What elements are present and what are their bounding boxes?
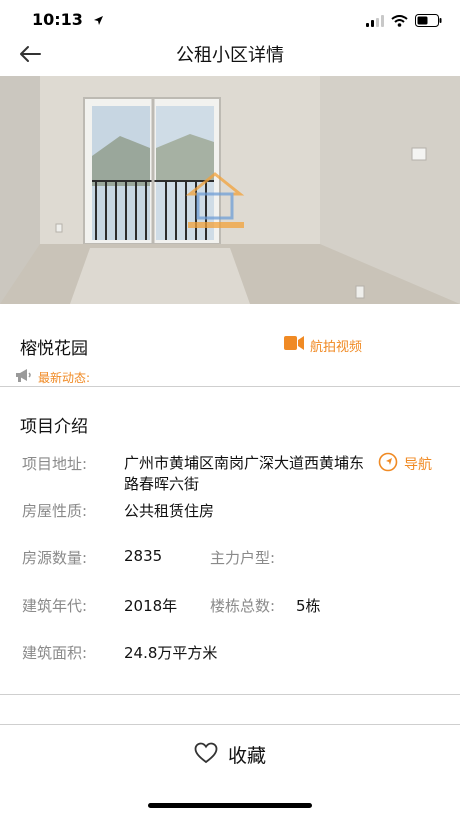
status-time: 10:13 — [32, 10, 104, 30]
status-bar: 10:13 — [0, 0, 460, 40]
favorite-label: 收藏 — [227, 745, 266, 767]
favorite-button[interactable]: 收藏 — [0, 724, 460, 784]
units-value: 2835 — [124, 547, 163, 565]
house-type-label: 房屋性质: — [22, 502, 88, 520]
battery-icon — [415, 12, 442, 31]
estate-photo[interactable] — [0, 76, 460, 304]
page-title: 公租小区详情 — [176, 45, 284, 66]
video-camera-icon — [284, 335, 304, 355]
nav-bar: 公租小区详情 — [0, 40, 460, 76]
divider — [0, 694, 460, 695]
address-value: 广州市黄埔区南岗广深大道西黄埔东路春晖六街 — [124, 454, 365, 493]
navigate-label: 导航 — [404, 457, 432, 473]
navigate-button[interactable]: 导航 — [378, 452, 432, 476]
status-time-text: 10:13 — [32, 10, 83, 29]
navigation-compass-icon — [378, 452, 398, 476]
estate-header: 榕悦花园 航拍视频 — [0, 326, 460, 366]
main-layout-label: 主力户型: — [210, 549, 276, 567]
address-label: 项目地址: — [22, 455, 88, 473]
floor-area-value: 24.8万平方米 — [124, 644, 218, 662]
building-count-label: 楼栋总数: — [210, 597, 276, 615]
heart-outline-icon — [194, 742, 218, 768]
home-indicator[interactable] — [148, 803, 312, 808]
latest-news[interactable]: 最新动态: — [14, 367, 90, 387]
aerial-video-label: 航拍视频 — [310, 339, 363, 355]
megaphone-icon — [14, 367, 32, 387]
location-arrow-icon — [93, 11, 104, 30]
divider — [0, 386, 460, 387]
wifi-icon — [391, 12, 408, 31]
building-count-value: 5栋 — [296, 597, 321, 615]
build-year-value: 2018年 — [124, 597, 178, 615]
status-icons — [366, 12, 442, 31]
signal-icon — [366, 12, 384, 31]
house-type-value: 公共租赁住房 — [124, 502, 215, 520]
estate-name: 榕悦花园 — [20, 339, 88, 359]
build-year-label: 建筑年代: — [22, 597, 88, 615]
floor-area-label: 建筑面积: — [22, 644, 88, 662]
aerial-video-link[interactable]: 航拍视频 — [284, 335, 362, 355]
latest-news-label: 最新动态: — [38, 370, 91, 385]
units-label: 房源数量: — [22, 549, 88, 567]
section-title-intro: 项目介绍 — [20, 417, 88, 437]
